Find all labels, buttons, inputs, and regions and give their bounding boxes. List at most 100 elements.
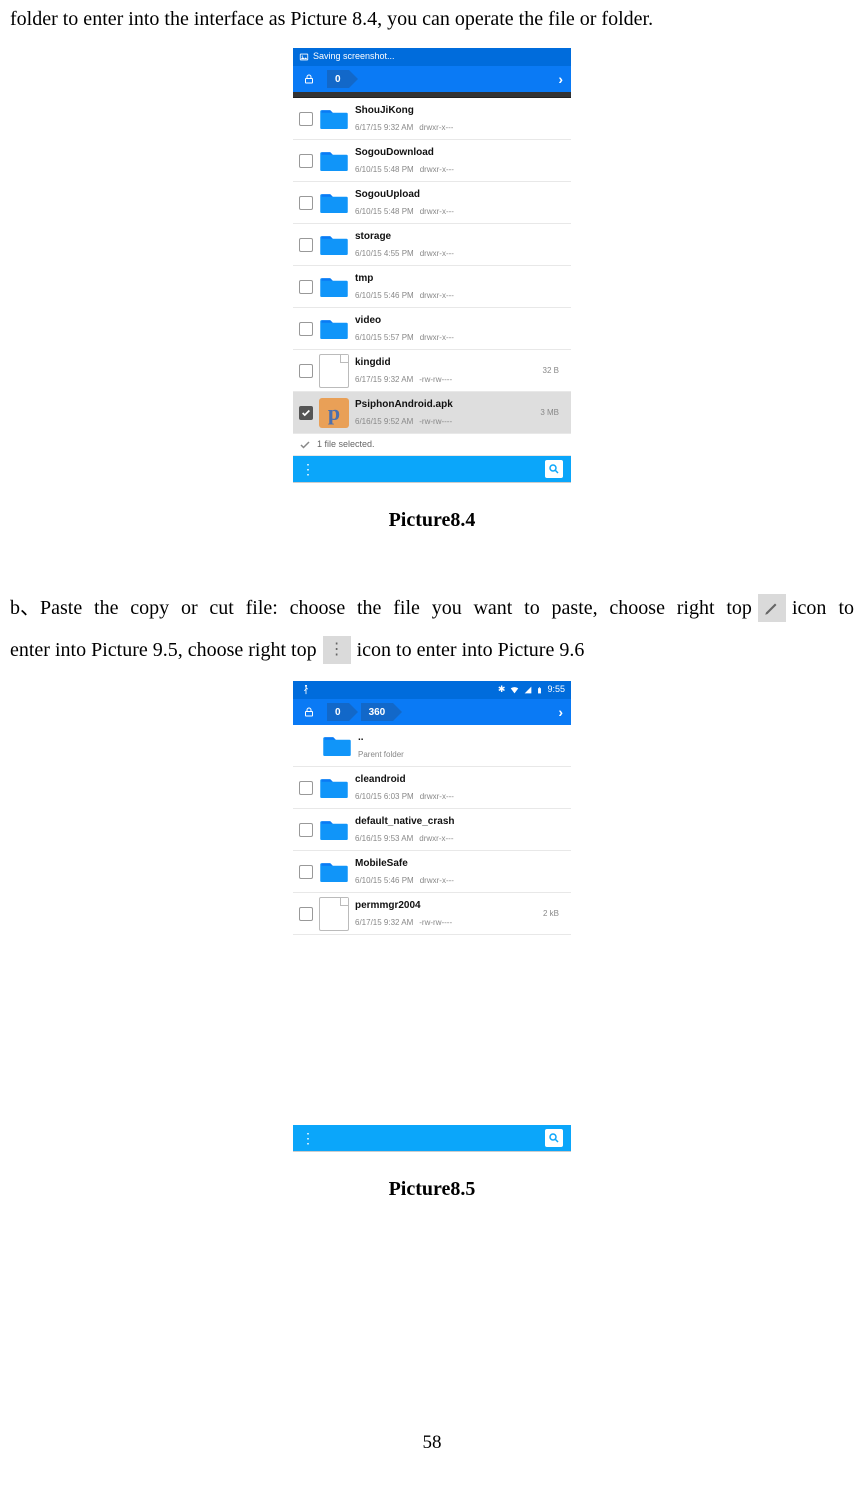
picture-8-4-wrap: Saving screenshot... 0 › ShouJiKong6/17/…	[10, 48, 854, 483]
checkbox[interactable]	[299, 364, 313, 378]
bottom-bar: ⋮	[293, 1125, 571, 1151]
file-meta: 6/10/15 5:57 PMdrwxr-x---	[355, 330, 454, 345]
file-name: permmgr2004	[355, 896, 452, 915]
lock-icon[interactable]	[293, 706, 325, 718]
file-meta: 6/16/15 9:53 AMdrwxr-x---	[355, 831, 455, 846]
selection-bar: 1 file selected.	[293, 434, 571, 456]
file-name: kingdid	[355, 353, 452, 372]
folder-icon	[319, 316, 349, 342]
search-button[interactable]	[545, 1129, 563, 1147]
file-meta: 6/10/15 5:48 PMdrwxr-x---	[355, 162, 454, 177]
file-meta: 6/17/15 9:32 AM-rw-rw----	[355, 372, 452, 387]
file-name: SogouUpload	[355, 185, 454, 204]
bottom-bar: ⋮	[293, 456, 571, 482]
wifi-icon	[509, 685, 520, 695]
file-row[interactable]: kingdid6/17/15 9:32 AM-rw-rw---- 32 B	[293, 350, 571, 392]
file-meta: Parent folder	[358, 747, 404, 762]
checkbox[interactable]	[299, 907, 313, 921]
checkbox[interactable]	[299, 154, 313, 168]
file-row[interactable]: p PsiphonAndroid.apk6/16/15 9:52 AM-rw-rw…	[293, 392, 571, 434]
empty-area	[293, 935, 571, 1125]
file-name: MobileSafe	[355, 854, 454, 873]
apk-icon: p	[319, 398, 349, 428]
intro-text: folder to enter into the interface as Pi…	[10, 0, 854, 38]
file-meta: 6/10/15 5:48 PMdrwxr-x---	[355, 204, 454, 219]
file-row[interactable]: ShouJiKong6/17/15 9:32 AMdrwxr-x---	[293, 98, 571, 140]
android-status-bar: Saving screenshot...	[293, 48, 571, 66]
lock-icon[interactable]	[293, 73, 325, 85]
chevron-right-icon[interactable]: ›	[558, 66, 571, 93]
file-size: 32 B	[543, 363, 565, 378]
file-row[interactable]: SogouUpload6/10/15 5:48 PMdrwxr-x---	[293, 182, 571, 224]
folder-icon	[319, 190, 349, 216]
file-meta: 6/10/15 5:46 PMdrwxr-x---	[355, 288, 454, 303]
picture-8-5-wrap: ✱ 9:55 0 360 › ..Parent foldercleandroid…	[10, 681, 854, 1152]
file-name: PsiphonAndroid.apk	[355, 395, 453, 414]
file-meta: 6/17/15 9:32 AMdrwxr-x---	[355, 120, 453, 135]
file-meta: 6/17/15 9:32 AM-rw-rw----	[355, 915, 452, 930]
paragraph-b-line1: b、Pastethecopyorcutfile:choosethefileyou…	[10, 589, 854, 627]
file-name: ..	[358, 728, 404, 747]
usb-icon	[301, 685, 311, 695]
folder-icon	[319, 232, 349, 258]
saving-text: Saving screenshot...	[313, 48, 395, 65]
page-number: 58	[0, 1425, 864, 1461]
file-name: default_native_crash	[355, 812, 455, 831]
file-name: cleandroid	[355, 770, 454, 789]
status-time: 9:55	[547, 681, 565, 698]
checkbox[interactable]	[299, 781, 313, 795]
checkbox[interactable]	[299, 865, 313, 879]
file-row[interactable]: permmgr20046/17/15 9:32 AM-rw-rw---- 2 kB	[293, 893, 571, 935]
checkbox[interactable]	[299, 196, 313, 210]
breadcrumb-360[interactable]: 360	[361, 703, 394, 721]
file-meta: 6/10/15 5:46 PMdrwxr-x---	[355, 873, 454, 888]
file-size: 3 MB	[540, 405, 565, 420]
check-icon	[299, 439, 311, 451]
picture-8-5-label: Picture8.5	[10, 1170, 854, 1208]
file-row[interactable]: default_native_crash6/16/15 9:53 AMdrwxr…	[293, 809, 571, 851]
file-row[interactable]: tmp6/10/15 5:46 PMdrwxr-x---	[293, 266, 571, 308]
file-name: SogouDownload	[355, 143, 454, 162]
bluetooth-icon: ✱	[498, 681, 506, 698]
file-name: video	[355, 311, 454, 330]
file-row[interactable]: ..Parent folder	[293, 725, 571, 767]
checkbox[interactable]	[299, 112, 313, 126]
file-meta: 6/16/15 9:52 AM-rw-rw----	[355, 414, 453, 429]
search-button[interactable]	[545, 460, 563, 478]
pencil-icon	[758, 594, 786, 622]
file-row[interactable]: MobileSafe6/10/15 5:46 PMdrwxr-x---	[293, 851, 571, 893]
signal-icon	[524, 685, 532, 695]
checkbox[interactable]	[299, 406, 313, 420]
file-row[interactable]: video6/10/15 5:57 PMdrwxr-x---	[293, 308, 571, 350]
image-icon	[299, 52, 309, 62]
breadcrumb-bar: 0 360 ›	[293, 699, 571, 725]
paragraph-b-line2: enter into Picture 9.5, choose right top…	[10, 631, 854, 669]
file-name: storage	[355, 227, 454, 246]
breadcrumb-bar: 0 ›	[293, 66, 571, 92]
file-name: tmp	[355, 269, 454, 288]
file-icon	[319, 897, 349, 931]
breadcrumb-0[interactable]: 0	[327, 70, 349, 88]
android-status-bar: ✱ 9:55	[293, 681, 571, 699]
folder-icon	[322, 733, 352, 759]
file-row[interactable]: SogouDownload6/10/15 5:48 PMdrwxr-x---	[293, 140, 571, 182]
checkbox[interactable]	[299, 280, 313, 294]
phone-screenshot-8-5: ✱ 9:55 0 360 › ..Parent foldercleandroid…	[293, 681, 571, 1152]
file-meta: 6/10/15 4:55 PMdrwxr-x---	[355, 246, 454, 261]
file-row[interactable]: cleandroid6/10/15 6:03 PMdrwxr-x---	[293, 767, 571, 809]
menu-dots-icon: ⋮	[323, 636, 351, 664]
menu-icon[interactable]: ⋮	[301, 1125, 315, 1152]
checkbox[interactable]	[299, 823, 313, 837]
file-row[interactable]: storage6/10/15 4:55 PMdrwxr-x---	[293, 224, 571, 266]
breadcrumb-0[interactable]: 0	[327, 703, 349, 721]
menu-icon[interactable]: ⋮	[301, 456, 315, 483]
chevron-right-icon[interactable]: ›	[558, 699, 571, 726]
folder-icon	[319, 148, 349, 174]
file-icon	[319, 354, 349, 388]
file-name: ShouJiKong	[355, 101, 453, 120]
file-meta: 6/10/15 6:03 PMdrwxr-x---	[355, 789, 454, 804]
file-size: 2 kB	[543, 906, 565, 921]
checkbox[interactable]	[299, 238, 313, 252]
checkbox[interactable]	[299, 322, 313, 336]
selection-text: 1 file selected.	[317, 436, 375, 453]
